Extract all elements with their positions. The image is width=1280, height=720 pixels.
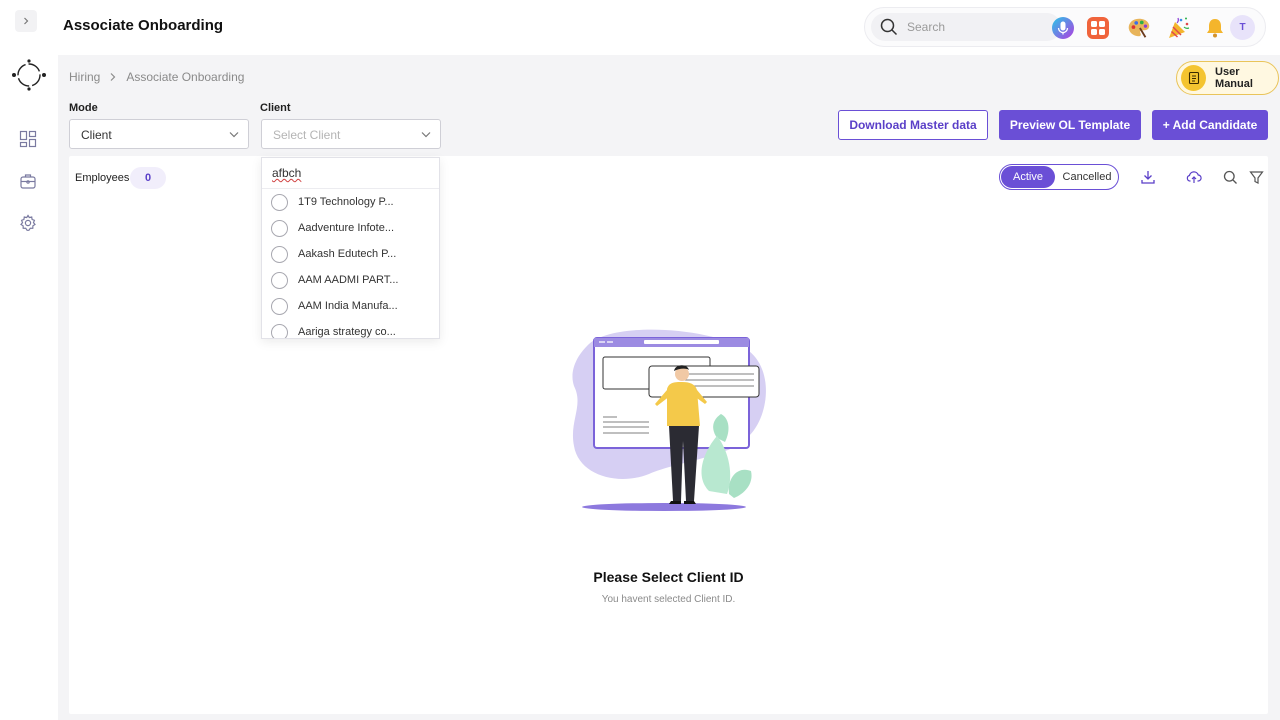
sidebar-item-settings[interactable] (18, 213, 38, 233)
employees-count-badge: 0 (130, 167, 166, 189)
sidebar-item-dashboard[interactable] (18, 129, 38, 149)
client-option-label: Aariga strategy co... (298, 326, 396, 338)
search-icon (1223, 170, 1237, 184)
client-option[interactable]: 1T9 Technology P... (262, 189, 439, 215)
upload-button[interactable] (1182, 165, 1206, 189)
voice-assistant-button[interactable] (1051, 16, 1075, 40)
empty-state-title: Please Select Client ID (593, 569, 744, 585)
preview-ol-template-button[interactable]: Preview OL Template (999, 110, 1141, 140)
apps-button[interactable] (1086, 16, 1110, 40)
client-option-label: 1T9 Technology P... (298, 196, 394, 208)
celebration-button[interactable] (1167, 16, 1191, 40)
status-toggle-active[interactable]: Active (1001, 166, 1055, 188)
top-header: Associate Onboarding Search T (58, 0, 1280, 55)
radio-button[interactable] (271, 245, 288, 263)
candidates-panel: Employees 0 Active Cancelled Please Sele… (69, 156, 1268, 714)
client-label: Client (260, 102, 291, 114)
client-select[interactable]: Select Client (261, 119, 441, 149)
search-icon (880, 18, 898, 36)
filter-icon (1248, 170, 1264, 184)
search-placeholder: Search (907, 20, 946, 34)
sidebar-item-jobs[interactable] (18, 171, 38, 191)
client-dropdown-search-input[interactable]: afbch (262, 158, 439, 189)
client-option-label: AAM India Manufa... (298, 300, 398, 312)
radio-button[interactable] (271, 323, 288, 338)
page-title: Associate Onboarding (63, 17, 224, 34)
briefcase-icon (20, 174, 36, 189)
palette-icon (1128, 18, 1150, 38)
bell-icon (1207, 19, 1223, 38)
download-icon (1141, 171, 1155, 184)
client-option-label: AAM AADMI PART... (298, 274, 399, 286)
empty-state-illustration (569, 326, 769, 521)
client-option-label: Aadventure Infote... (298, 222, 395, 234)
mode-label: Mode (69, 102, 98, 114)
mode-select-value: Client (81, 128, 112, 142)
manual-book-icon (1181, 65, 1207, 91)
empty-state-subtitle: You havent selected Client ID. (601, 594, 736, 605)
apps-grid-icon (1087, 17, 1109, 39)
client-select-placeholder: Select Client (273, 128, 341, 142)
main-content: Hiring Associate Onboarding User Manual … (58, 55, 1280, 720)
cloud-upload-icon (1186, 171, 1202, 183)
global-search[interactable]: Search (871, 13, 1061, 41)
filter-button[interactable] (1244, 165, 1268, 189)
dashboard-icon (19, 130, 37, 148)
party-popper-icon (1169, 17, 1190, 38)
download-button[interactable] (1136, 165, 1160, 189)
breadcrumb-current: Associate Onboarding (126, 70, 245, 84)
breadcrumb: Hiring Associate Onboarding (69, 70, 244, 84)
client-option[interactable]: AAM India Manufa... (262, 293, 439, 319)
expand-sidebar-button[interactable] (15, 10, 37, 32)
sidebar (0, 0, 58, 720)
microphone-icon (1052, 17, 1074, 39)
status-toggle-cancelled[interactable]: Cancelled (1058, 166, 1116, 188)
status-toggle: Active Cancelled (999, 164, 1119, 190)
user-avatar[interactable]: T (1230, 15, 1255, 40)
radio-button[interactable] (271, 193, 288, 211)
header-toolbar: Search T (864, 7, 1266, 47)
client-option[interactable]: AAM AADMI PART... (262, 267, 439, 293)
chevron-right-icon (110, 73, 116, 81)
gear-icon (20, 214, 36, 231)
client-option[interactable]: Aakash Edutech P... (262, 241, 439, 267)
breadcrumb-hiring[interactable]: Hiring (69, 70, 100, 84)
client-option-label: Aakash Edutech P... (298, 248, 397, 260)
user-manual-button[interactable]: User Manual (1176, 61, 1279, 95)
theme-button[interactable] (1127, 16, 1151, 40)
chevron-down-icon (421, 132, 431, 138)
client-dropdown: afbch 1T9 Technology P... Aadventure Inf… (261, 157, 440, 339)
client-option[interactable]: Aadventure Infote... (262, 215, 439, 241)
chevron-right-icon (24, 17, 29, 25)
radio-button[interactable] (271, 297, 288, 315)
chevron-down-icon (229, 132, 239, 138)
app-logo[interactable] (11, 57, 47, 93)
client-option[interactable]: Aariga strategy co... (262, 319, 439, 338)
radio-button[interactable] (271, 219, 288, 237)
notifications-button[interactable] (1203, 16, 1227, 40)
user-manual-label: User Manual (1215, 66, 1253, 90)
download-master-data-button[interactable]: Download Master data (838, 110, 988, 140)
mode-select[interactable]: Client (69, 119, 249, 149)
client-dropdown-search-value: afbch (272, 166, 302, 180)
add-candidate-button[interactable]: + Add Candidate (1152, 110, 1268, 140)
radio-button[interactable] (271, 271, 288, 289)
search-button[interactable] (1218, 165, 1242, 189)
employees-label: Employees (75, 172, 130, 184)
